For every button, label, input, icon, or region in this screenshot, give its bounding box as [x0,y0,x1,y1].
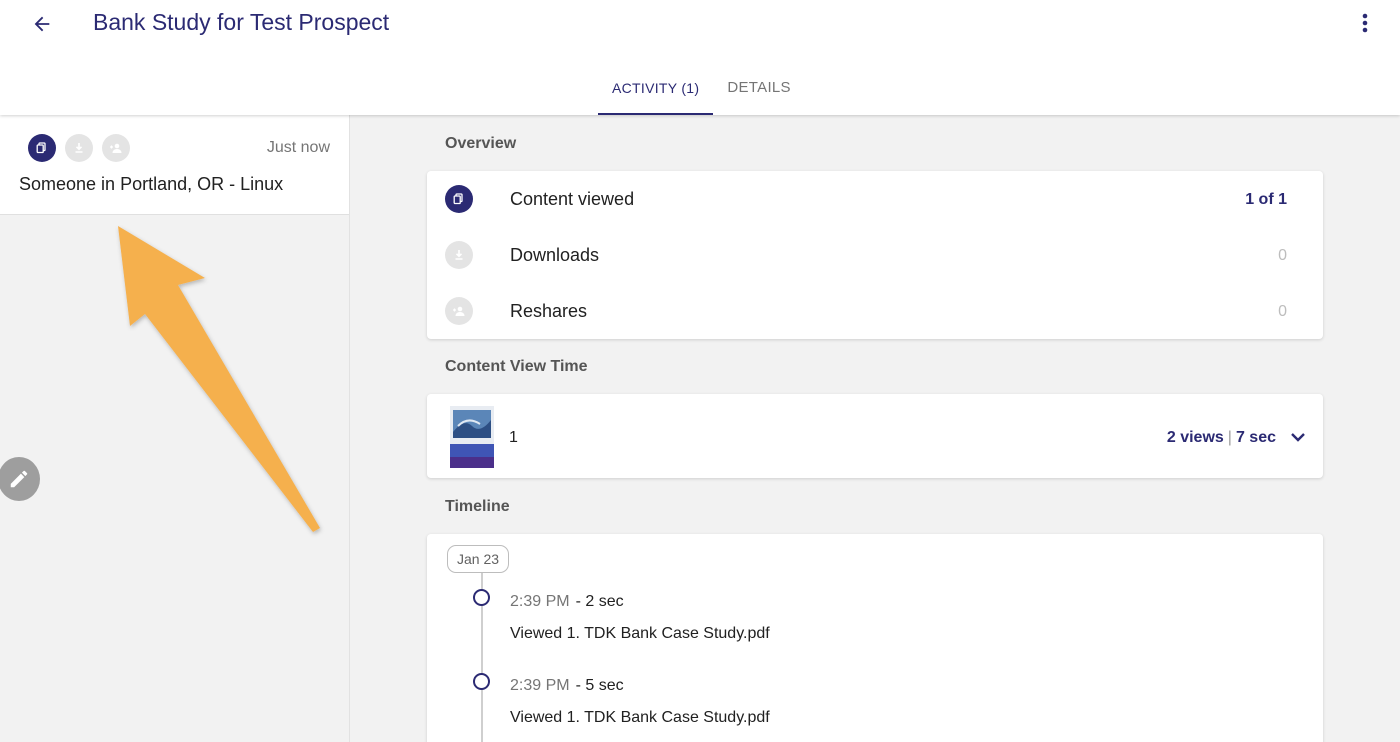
more-vertical-icon [1362,13,1368,33]
page-number: 1 [509,429,518,446]
activity-list-item[interactable]: Just now Someone in Portland, OR - Linux [0,115,349,215]
event-duration: - 2 sec [575,593,624,610]
overview-value: 0 [1278,303,1287,320]
content-viewed-icon [28,134,56,162]
pencil-icon [10,470,28,488]
page-thumbnail [450,406,494,468]
overview-value: 0 [1278,247,1287,264]
event-duration: - 5 sec [575,677,624,694]
event-time: 2:39 PM [510,677,570,694]
overview-row-content-viewed: Content viewed 1 of 1 [427,171,1323,227]
overview-row-downloads: Downloads 0 [427,227,1323,283]
download-icon [65,134,93,162]
timeline-heading: Timeline [445,498,510,515]
page-title: Bank Study for Test Prospect [93,9,390,35]
tab-activity[interactable]: ACTIVITY (1) [598,70,714,115]
activity-time: Just now [266,139,330,156]
app-header: Bank Study for Test Prospect ACTIVITY (1… [0,0,1400,115]
overview-value: 1 of 1 [1245,191,1287,208]
overview-card: Content viewed 1 of 1 Downloads 0 Reshar… [427,171,1323,339]
more-options-button[interactable] [1350,8,1380,38]
annotation-arrow-icon [118,226,320,532]
view-duration: 7 sec [1235,429,1276,446]
timeline-event-description: Viewed 1. TDK Bank Case Study.pdf [510,709,770,726]
timeline-dot [473,673,490,690]
overview-row-reshares: Reshares 0 [427,283,1323,339]
stats-separator: | [1227,429,1232,446]
overview-heading: Overview [445,135,517,152]
visitor-label: Someone in Portland, OR - Linux [19,174,284,194]
overview-label: Reshares [510,301,588,321]
view-stats: 2 views | 7 sec [1167,429,1276,447]
tab-details[interactable]: DETAILS [713,70,805,115]
back-button[interactable] [24,6,60,42]
reshare-icon [445,297,473,325]
expand-button[interactable] [1287,426,1309,448]
content-view-time-card[interactable]: 1 2 views | 7 sec [427,394,1323,478]
download-icon [445,241,473,269]
timeline-event-time: 2:39 PM - 2 sec [510,593,624,611]
view-count: 2 views [1166,429,1224,446]
tab-bar: ACTIVITY (1) DETAILS [598,70,805,115]
timeline-event-description: Viewed 1. TDK Bank Case Study.pdf [510,625,770,642]
reshare-icon [102,134,130,162]
arrow-left-icon [34,16,50,32]
event-time: 2:39 PM [510,593,570,610]
date-chip: Jan 23 [447,545,510,573]
overview-label: Downloads [510,245,600,265]
overview-label: Content viewed [510,189,635,209]
chevron-down-icon [1291,433,1305,442]
timeline-card: Jan 23 2:39 PM - 2 sec Viewed 1. TDK Bank… [427,534,1323,742]
edit-button[interactable] [0,457,40,501]
timeline-dot [473,589,490,606]
content-viewed-icon [445,185,473,213]
timeline-event-time: 2:39 PM - 5 sec [510,677,624,695]
content-view-time-heading: Content View Time [445,358,588,375]
